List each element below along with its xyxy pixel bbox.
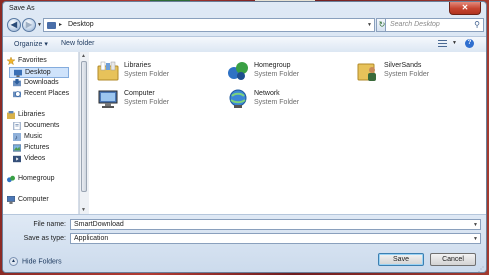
sidebar-item-videos[interactable]: Videos (9, 154, 78, 165)
star-icon (6, 56, 16, 66)
music-icon: ♪ (13, 133, 21, 141)
item-type: System Folder (254, 71, 300, 78)
view-options-dropdown-icon[interactable]: ▼ (452, 40, 457, 46)
homegroup-icon (227, 60, 249, 82)
file-name-value: SmartDownload (74, 221, 124, 228)
item-name: Computer (124, 90, 155, 97)
scroll-down-icon[interactable]: ▼ (81, 207, 86, 213)
sidebar-item-documents[interactable]: Documents (9, 121, 78, 132)
item-name: Libraries (124, 62, 151, 69)
item-type: System Folder (124, 99, 170, 106)
recent-pages-dropdown-icon[interactable]: ▼ (37, 22, 42, 28)
videos-icon (13, 155, 21, 163)
window-title: Save As (9, 5, 35, 12)
computer-icon (97, 88, 119, 110)
item-name: Homegroup (254, 62, 291, 69)
sidebar-item-favorites[interactable]: Favorites (3, 56, 78, 67)
file-name-label: File name: (33, 221, 66, 228)
desktop-folder-icon (47, 22, 56, 29)
save-as-type-label: Save as type: (23, 235, 66, 242)
breadcrumb-desktop[interactable]: Desktop (68, 21, 94, 28)
search-icon[interactable]: ⚲ (474, 20, 480, 29)
navigation-scrollbar[interactable]: ▲ ▼ (79, 52, 89, 214)
hide-folders-button[interactable]: ▲ Hide Folders (9, 257, 62, 266)
downloads-icon (13, 79, 21, 87)
search-placeholder: Search Desktop (390, 21, 440, 28)
navigation-pane: Favorites Desktop Downloads Recent Place… (3, 52, 79, 214)
item-name: Network (254, 90, 280, 97)
save-as-type-select[interactable]: Application ▼ (70, 233, 481, 244)
user-folder-icon (357, 60, 379, 82)
sidebar-item-label: Recent Places (24, 90, 70, 97)
pictures-icon (12, 144, 22, 152)
command-toolbar: Organize ▾ New folder ▼ ? (3, 36, 486, 53)
documents-icon (13, 121, 21, 131)
sidebar-item-label: Desktop (25, 69, 51, 76)
address-bar[interactable]: ▸ Desktop ▼ (43, 18, 375, 32)
libraries-folder-icon (97, 60, 119, 82)
sidebar-item-label: Pictures (24, 144, 50, 151)
sidebar-item-label: Favorites (18, 57, 47, 64)
computer-icon (6, 195, 16, 204)
sidebar-item-label: Downloads (24, 79, 59, 86)
item-type: System Folder (124, 71, 170, 78)
breadcrumb-arrow-icon[interactable]: ▸ (59, 21, 62, 28)
change-view-icon[interactable] (438, 40, 450, 48)
save-as-dialog: Save As ✕ ◀ ▶ ▼ ▸ Desktop ▼ ↻ Search Des… (2, 1, 487, 273)
sidebar-item-music[interactable]: ♪ Music (9, 132, 78, 143)
title-bar: Save As ✕ (3, 2, 486, 16)
list-item[interactable]: Libraries System Folder (97, 58, 217, 84)
desktop-icon (14, 69, 22, 77)
file-list-pane: Libraries System Folder Homegroup System… (89, 52, 486, 214)
cancel-button[interactable]: Cancel (430, 253, 476, 266)
list-item[interactable]: Homegroup System Folder (227, 58, 347, 84)
save-form: File name: SmartDownload ▼ Save as type:… (3, 214, 486, 272)
forward-button[interactable]: ▶ (22, 18, 36, 32)
sidebar-item-homegroup[interactable]: Homegroup (3, 174, 78, 185)
address-bar-row: ◀ ▶ ▼ ▸ Desktop ▼ ↻ Search Desktop ⚲ (3, 16, 486, 36)
list-item[interactable]: SilverSands System Folder (357, 58, 477, 84)
item-type: System Folder (254, 99, 300, 106)
scroll-up-icon[interactable]: ▲ (81, 53, 86, 59)
recent-places-icon (13, 90, 21, 98)
hide-folders-label: Hide Folders (22, 258, 62, 266)
sidebar-item-libraries[interactable]: Libraries (3, 110, 78, 121)
help-icon[interactable]: ? (465, 39, 474, 48)
save-button[interactable]: Save (378, 253, 424, 266)
sidebar-item-computer[interactable]: Computer (3, 195, 78, 206)
homegroup-icon (7, 175, 15, 183)
svg-text:♪: ♪ (15, 134, 18, 141)
file-name-field[interactable]: SmartDownload ▼ (70, 219, 481, 230)
sidebar-item-pictures[interactable]: Pictures (9, 143, 78, 154)
sidebar-item-recent-places[interactable]: Recent Places (9, 89, 78, 100)
sidebar-item-label: Computer (18, 196, 49, 203)
list-item[interactable]: Network System Folder (227, 86, 347, 112)
item-type: System Folder (384, 71, 430, 78)
new-folder-button[interactable]: New folder (61, 40, 94, 47)
search-input[interactable]: Search Desktop ⚲ (385, 18, 484, 32)
close-button[interactable]: ✕ (449, 2, 481, 15)
chevron-up-icon: ▲ (9, 257, 18, 266)
sidebar-item-downloads[interactable]: Downloads (9, 78, 78, 89)
libraries-icon (7, 111, 15, 119)
back-button[interactable]: ◀ (7, 18, 21, 32)
sidebar-item-label: Videos (24, 155, 46, 162)
sidebar-item-label: Music (24, 133, 43, 140)
network-icon (227, 88, 249, 110)
sidebar-item-desktop[interactable]: Desktop (9, 67, 69, 78)
sidebar-item-label: Homegroup (18, 175, 55, 182)
save-as-type-value: Application (74, 235, 109, 242)
resize-grip-icon[interactable]: ⋰ (478, 266, 484, 272)
item-name: SilverSands (384, 62, 422, 69)
sidebar-item-label: Libraries (18, 111, 45, 118)
organize-menu-button[interactable]: Organize ▾ (14, 40, 48, 48)
save-as-type-dropdown-icon[interactable]: ▼ (473, 235, 478, 244)
sidebar-item-label: Documents (24, 122, 60, 129)
file-name-dropdown-icon[interactable]: ▼ (473, 221, 478, 230)
list-item[interactable]: Computer System Folder (97, 86, 217, 112)
address-dropdown-icon[interactable]: ▼ (367, 22, 372, 28)
scrollbar-thumb[interactable] (81, 61, 87, 192)
